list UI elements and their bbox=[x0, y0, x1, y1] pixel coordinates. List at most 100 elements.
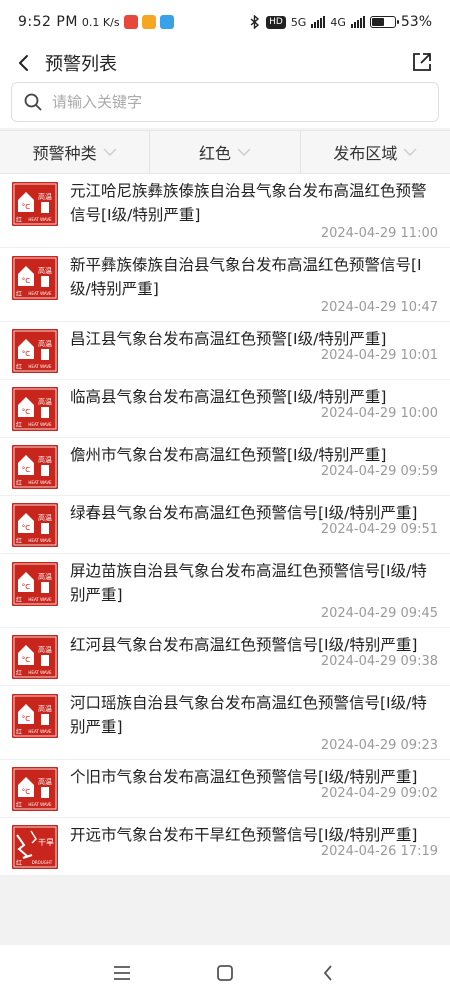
svg-text:高温: 高温 bbox=[38, 777, 52, 786]
warning-title: 元江哈尼族彝族傣族自治县气象台发布高温红色预警信号[I级/特别严重] bbox=[70, 182, 427, 224]
svg-text:HEAT WAVE: HEAT WAVE bbox=[28, 291, 52, 296]
warning-list-item[interactable]: °C 高温 HEAT WAVE 红 屏边苗族自治县气象台发布高温红色预警信号[I级/特别… bbox=[0, 554, 450, 628]
warning-list-item[interactable]: °C 高温 HEAT WAVE 红 新平彝族傣族自治县气象台发布高温红色预警信号[I级/… bbox=[0, 248, 450, 322]
heat-wave-warning-icon: °C 高温 HEAT WAVE 红 bbox=[12, 503, 58, 547]
status-time: 9:52 PM bbox=[18, 14, 78, 30]
warning-title: 屏边苗族自治县气象台发布高温红色预警信号[I级/特别严重] bbox=[70, 562, 427, 604]
heat-wave-warning-icon: °C 高温 HEAT WAVE 红 bbox=[12, 635, 58, 679]
warning-list-item[interactable]: °C 高温 HEAT WAVE 红红河县气象台发布高温红色预警信号[I级/特别严重] 2… bbox=[0, 628, 450, 686]
search-icon bbox=[24, 93, 42, 111]
filter-color-level[interactable]: 红色 bbox=[150, 131, 301, 173]
menu-button[interactable] bbox=[104, 955, 140, 991]
network-speed: 0.1 K/s bbox=[81, 15, 120, 29]
svg-text:HEAT WAVE: HEAT WAVE bbox=[28, 480, 52, 485]
notification-app-icon bbox=[123, 15, 138, 29]
warning-list-item[interactable]: °C 高温 HEAT WAVE 红 河口瑶族自治县气象台发布高温红色预警信号[I级/特别… bbox=[0, 686, 450, 760]
filter-label: 红色 bbox=[198, 144, 231, 163]
warning-time: 2024-04-29 11:00 bbox=[320, 226, 438, 241]
warning-list-item[interactable]: °C 高温 HEAT WAVE 红绿春县气象台发布高温红色预警信号[I级/特别严重] 2… bbox=[0, 496, 450, 554]
svg-text:°C: °C bbox=[22, 466, 31, 474]
svg-text:高温: 高温 bbox=[38, 645, 52, 654]
warning-time: 2024-04-29 09:23 bbox=[320, 738, 438, 753]
svg-text:高温: 高温 bbox=[38, 397, 52, 406]
heat-wave-warning-icon: °C 高温 HEAT WAVE 红 bbox=[12, 182, 58, 226]
heat-wave-warning-icon: °C 高温 HEAT WAVE 红 bbox=[12, 256, 58, 300]
warning-list-item[interactable]: 干旱 DROUGHT 红开远市气象台发布干旱红色预警信号[I级/特别严重] 2024-… bbox=[0, 818, 450, 876]
svg-text:°C: °C bbox=[22, 408, 31, 416]
search-bar bbox=[0, 82, 450, 128]
svg-text:高温: 高温 bbox=[38, 572, 52, 581]
bluetooth-icon bbox=[250, 15, 260, 29]
battery-percent: 53% bbox=[400, 14, 432, 30]
chevron-down-icon bbox=[403, 148, 417, 156]
warning-list: °C 高温 HEAT WAVE 红 元江哈尼族彝族傣族自治县气象台发布高温红色预警信号[… bbox=[0, 174, 450, 876]
heat-wave-warning-icon: °C 高温 HEAT WAVE 红 bbox=[12, 562, 58, 606]
svg-text:红: 红 bbox=[16, 728, 22, 736]
svg-text:HEAT WAVE: HEAT WAVE bbox=[28, 597, 52, 602]
home-icon bbox=[217, 964, 233, 981]
svg-text:红: 红 bbox=[16, 216, 22, 224]
warning-list-item[interactable]: °C 高温 HEAT WAVE 红临高县气象台发布高温红色预警[I级/特别严重] 202… bbox=[0, 380, 450, 438]
svg-text:°C: °C bbox=[22, 524, 31, 532]
svg-text:°C: °C bbox=[22, 350, 31, 358]
share-button[interactable] bbox=[408, 48, 436, 76]
filter-bar: 预警种类 红色 发布区域 bbox=[0, 130, 450, 174]
svg-text:°C: °C bbox=[22, 203, 31, 211]
warning-time: 2024-04-29 09:38 bbox=[320, 654, 438, 669]
warning-time: 2024-04-29 09:02 bbox=[320, 786, 438, 801]
filter-region[interactable]: 发布区域 bbox=[301, 131, 450, 173]
warning-title: 新平彝族傣族自治县气象台发布高温红色预警信号[I级/特别严重] bbox=[70, 256, 422, 298]
menu-icon bbox=[113, 965, 130, 980]
warning-list-item[interactable]: °C 高温 HEAT WAVE 红昌江县气象台发布高温红色预警[I级/特别严重] 202… bbox=[0, 322, 450, 380]
search-box[interactable] bbox=[11, 82, 439, 122]
svg-text:HEAT WAVE: HEAT WAVE bbox=[28, 670, 52, 675]
svg-text:°C: °C bbox=[22, 277, 31, 285]
heat-wave-warning-icon: °C 高温 HEAT WAVE 红 bbox=[12, 767, 58, 811]
back-button[interactable] bbox=[10, 48, 38, 78]
page-title: 预警列表 bbox=[45, 54, 117, 75]
chevron-left-icon bbox=[324, 964, 332, 981]
svg-text:红: 红 bbox=[16, 537, 22, 545]
heat-wave-warning-icon: °C 高温 HEAT WAVE 红 bbox=[12, 445, 58, 489]
svg-text:HEAT WAVE: HEAT WAVE bbox=[28, 802, 52, 807]
battery-icon bbox=[369, 16, 399, 28]
svg-text:°C: °C bbox=[22, 583, 31, 591]
warning-time: 2024-04-29 09:45 bbox=[320, 606, 438, 621]
search-input[interactable] bbox=[52, 93, 392, 111]
svg-text:红: 红 bbox=[16, 363, 22, 371]
svg-text:红: 红 bbox=[16, 596, 22, 604]
share-icon bbox=[413, 53, 431, 71]
network-type-2: 4G bbox=[330, 15, 346, 29]
svg-text:高温: 高温 bbox=[38, 192, 52, 201]
svg-text:高温: 高温 bbox=[38, 339, 52, 348]
warning-time: 2024-04-29 09:51 bbox=[320, 522, 438, 537]
warning-list-item[interactable]: °C 高温 HEAT WAVE 红 元江哈尼族彝族傣族自治县气象台发布高温红色预警信号[… bbox=[0, 174, 450, 248]
warning-list-item[interactable]: °C 高温 HEAT WAVE 红个旧市气象台发布高温红色预警信号[I级/特别严重] 2… bbox=[0, 760, 450, 818]
svg-text:HEAT WAVE: HEAT WAVE bbox=[28, 729, 52, 734]
svg-text:高温: 高温 bbox=[38, 455, 52, 464]
chevron-left-icon bbox=[19, 55, 28, 71]
svg-text:红: 红 bbox=[16, 801, 22, 809]
warning-list-item[interactable]: °C 高温 HEAT WAVE 红儋州市气象台发布高温红色预警[I级/特别严重] 202… bbox=[0, 438, 450, 496]
nav-back-button[interactable] bbox=[310, 955, 346, 991]
svg-text:高温: 高温 bbox=[38, 513, 52, 522]
warning-time: 2024-04-29 09:59 bbox=[320, 464, 438, 479]
heat-wave-warning-icon: °C 高温 HEAT WAVE 红 bbox=[12, 694, 58, 738]
filter-label: 发布区域 bbox=[333, 144, 398, 163]
warning-time: 2024-04-29 10:01 bbox=[320, 348, 438, 363]
notification-app-icon bbox=[159, 15, 174, 29]
svg-text:°C: °C bbox=[22, 788, 31, 796]
chevron-down-icon bbox=[237, 148, 251, 156]
svg-text:红: 红 bbox=[16, 421, 22, 429]
svg-text:干旱: 干旱 bbox=[38, 838, 54, 847]
svg-text:红: 红 bbox=[16, 479, 22, 487]
warning-time: 2024-04-29 10:47 bbox=[320, 300, 438, 315]
chevron-down-icon bbox=[103, 148, 117, 156]
heat-wave-warning-icon: °C 高温 HEAT WAVE 红 bbox=[12, 329, 58, 373]
drought-warning-icon: 干旱 DROUGHT 红 bbox=[12, 825, 58, 869]
warning-title: 河口瑶族自治县气象台发布高温红色预警信号[I级/特别严重] bbox=[70, 694, 427, 736]
filter-warning-type[interactable]: 预警种类 bbox=[0, 131, 151, 173]
home-button[interactable] bbox=[207, 955, 243, 991]
filter-label: 预警种类 bbox=[32, 144, 97, 163]
system-nav-bar bbox=[0, 945, 450, 1000]
